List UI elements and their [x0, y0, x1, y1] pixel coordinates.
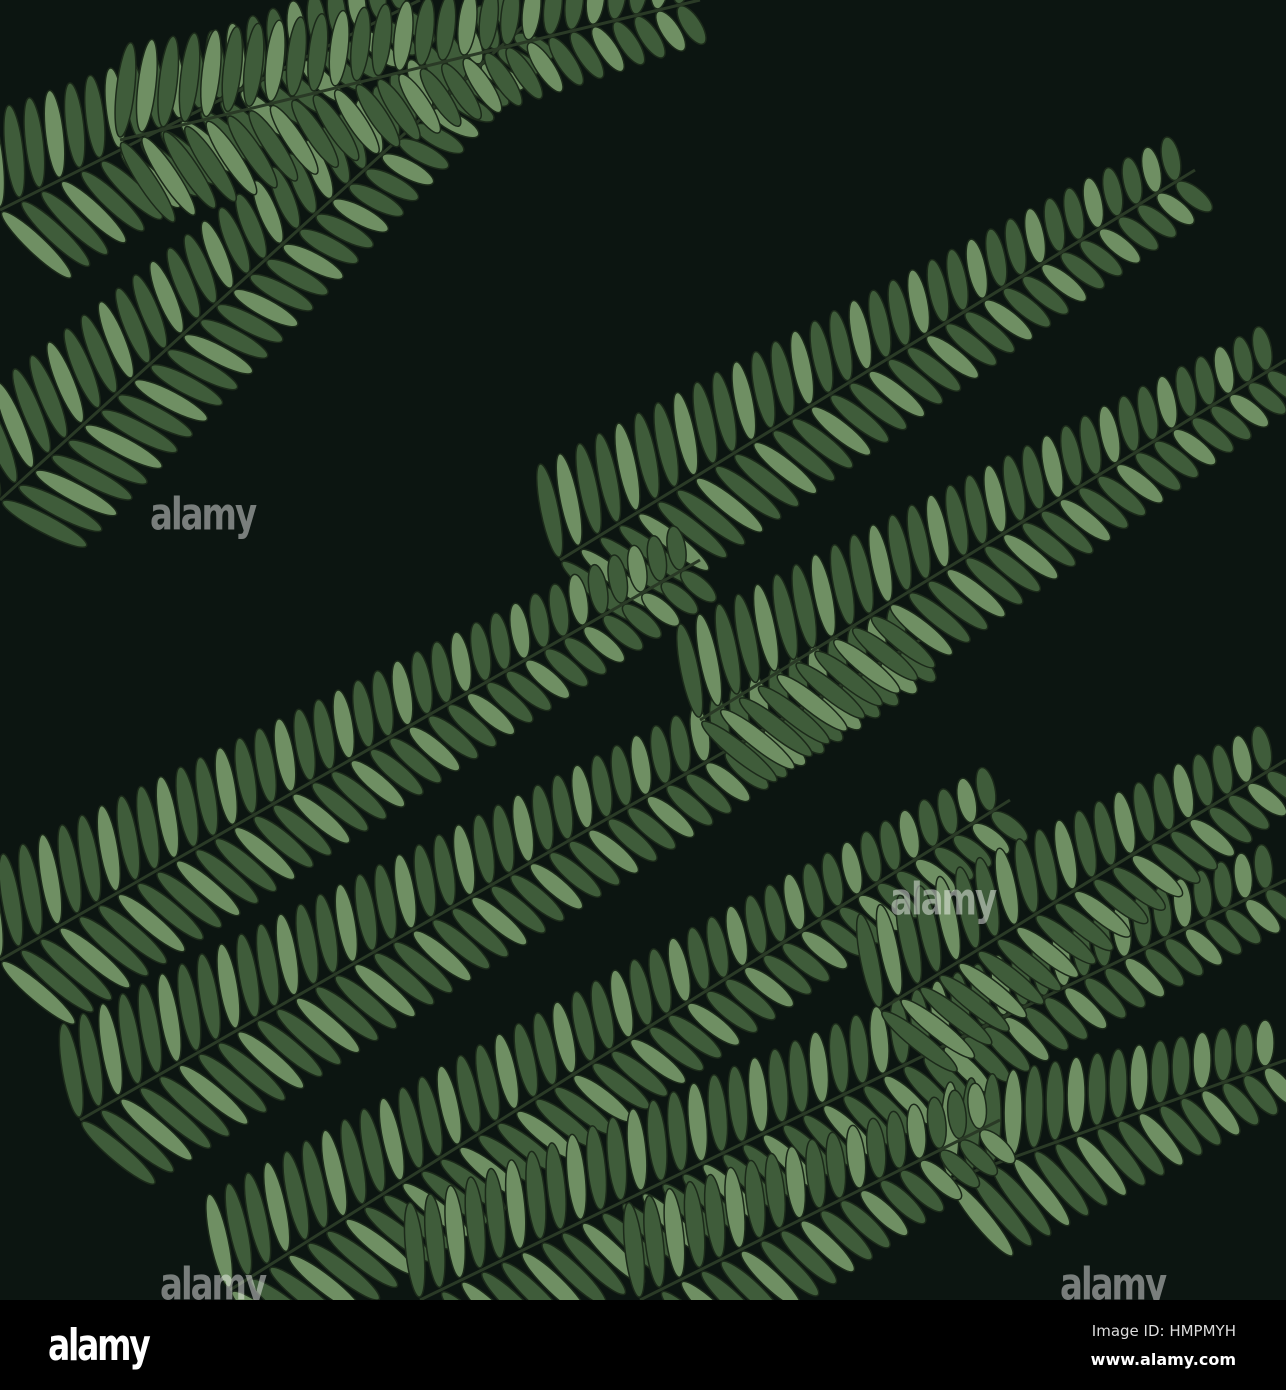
website-link[interactable]: www.alamy.com	[1091, 1350, 1236, 1369]
alamy-logo[interactable]: alamy	[48, 1320, 151, 1371]
stock-photo: alamy alamy alamy alamy alamy Image ID: …	[0, 0, 1286, 1390]
fern-photo	[0, 0, 1286, 1300]
footer-bar: alamy Image ID: HMPMYH www.alamy.com	[0, 1300, 1286, 1390]
fern-fronds-image	[0, 0, 1286, 1300]
watermark: alamy	[150, 489, 257, 541]
watermark: alamy	[890, 874, 997, 926]
image-id: Image ID: HMPMYH	[1091, 1322, 1236, 1340]
